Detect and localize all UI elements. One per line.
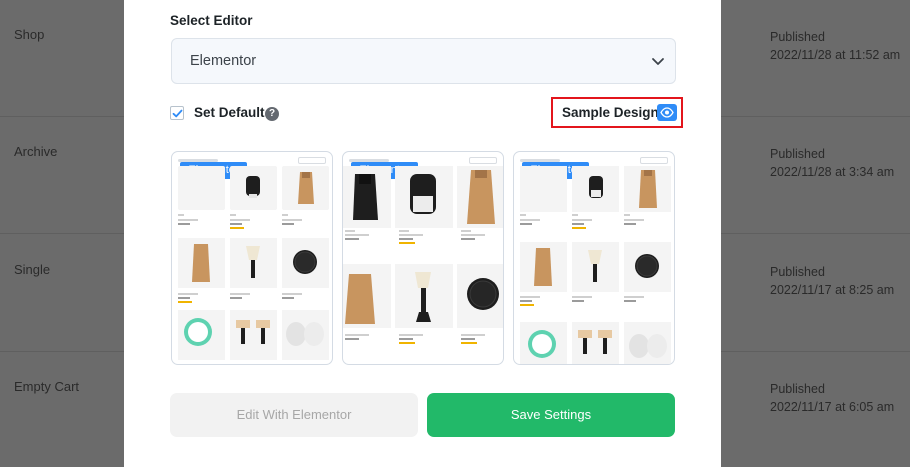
status-date: 2022/11/17 at 6:05 am xyxy=(770,400,895,414)
template-status: Published 2022/11/17 at 6:05 am xyxy=(770,380,894,416)
status-text: Published xyxy=(770,382,825,396)
product-grid-preview xyxy=(343,166,503,344)
sample-design-card[interactable]: Elementor xyxy=(513,151,675,365)
status-text: Published xyxy=(770,265,825,279)
template-settings-modal: Select Editor Elementor Set Default ? Sa… xyxy=(124,0,721,467)
select-editor-label: Select Editor xyxy=(170,13,253,28)
product-grid-preview xyxy=(520,166,671,364)
template-status: Published 2022/11/28 at 11:52 am xyxy=(770,28,900,64)
check-icon xyxy=(172,109,183,118)
template-status: Published 2022/11/17 at 8:25 am xyxy=(770,263,894,299)
status-text: Published xyxy=(770,30,825,44)
save-settings-button[interactable]: Save Settings xyxy=(427,393,675,437)
edit-with-elementor-button[interactable]: Edit With Elementor xyxy=(170,393,418,437)
sample-design-toggle[interactable]: Sample Design xyxy=(551,97,683,128)
editor-select-value: Elementor xyxy=(190,53,257,69)
set-default-label: Set Default xyxy=(194,105,265,120)
set-default-checkbox[interactable] xyxy=(170,106,184,120)
sample-design-card[interactable]: Elementor xyxy=(171,151,333,365)
help-icon[interactable]: ? xyxy=(265,107,279,121)
sample-design-label: Sample Design xyxy=(562,105,659,120)
template-name: Single xyxy=(14,262,51,277)
status-text: Published xyxy=(770,147,825,161)
chevron-down-icon xyxy=(651,54,665,68)
editor-select[interactable]: Elementor xyxy=(171,38,676,84)
status-date: 2022/11/28 at 3:34 am xyxy=(770,165,895,179)
template-name: Archive xyxy=(14,144,58,159)
status-date: 2022/11/17 at 8:25 am xyxy=(770,283,895,297)
product-grid-preview xyxy=(178,172,329,360)
status-date: 2022/11/28 at 11:52 am xyxy=(770,48,901,62)
eye-icon[interactable] xyxy=(657,104,677,121)
template-status: Published 2022/11/28 at 3:34 am xyxy=(770,145,894,181)
template-name: Shop xyxy=(14,27,45,42)
template-name: Empty Cart xyxy=(14,379,80,394)
sample-design-card[interactable]: Elementor xyxy=(342,151,504,365)
